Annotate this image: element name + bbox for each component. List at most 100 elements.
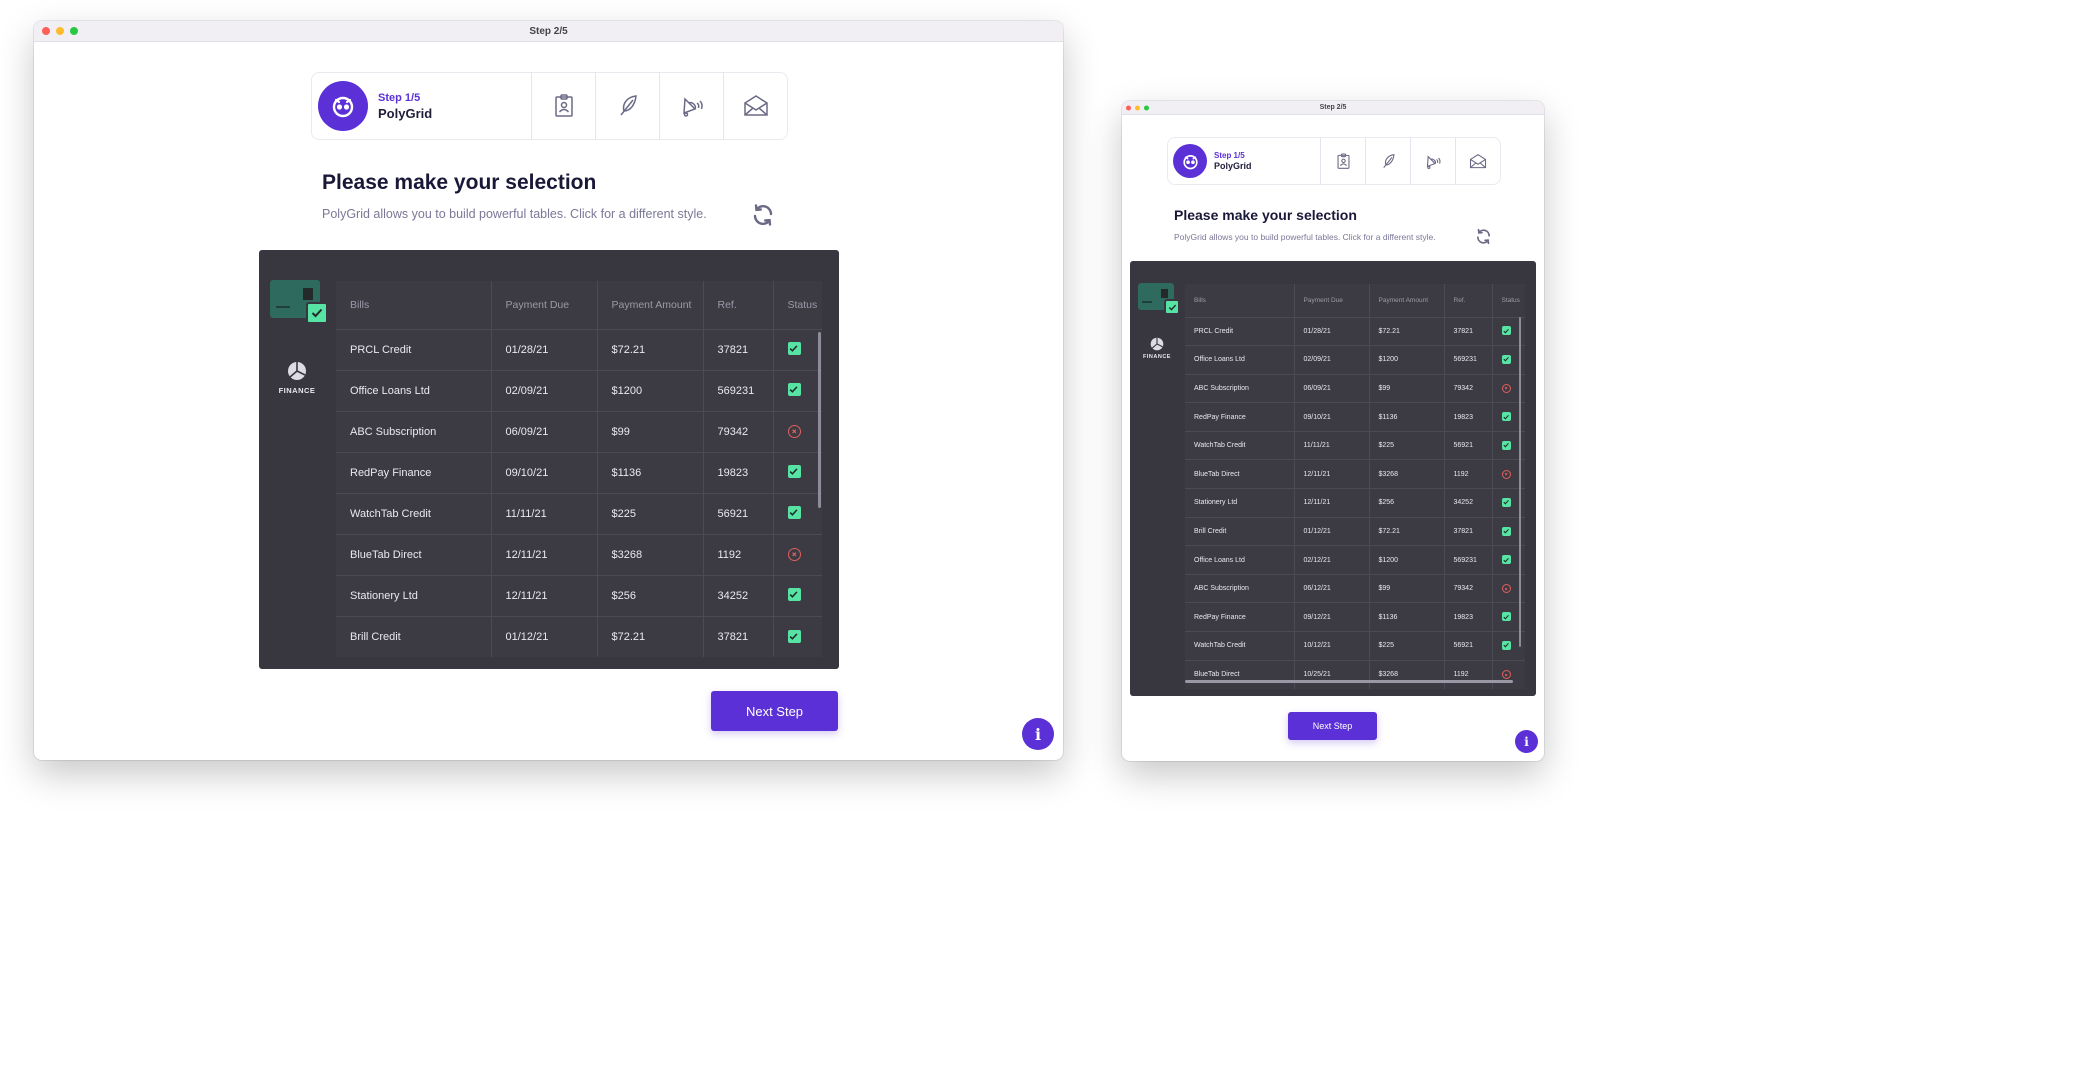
table-row[interactable]: WatchTab Credit 11/11/21 $225 56921 <box>336 492 822 534</box>
table-row[interactable]: PRCL Credit 01/28/21 $72.21 37821 <box>336 328 822 370</box>
cell-ref: 37821 <box>1444 516 1493 546</box>
id-badge-icon[interactable] <box>1320 137 1365 185</box>
credit-card-check-icon[interactable] <box>270 280 328 326</box>
bell-icon[interactable] <box>659 72 723 140</box>
feather-icon[interactable] <box>595 72 659 140</box>
cell-bill: RedPay Finance <box>336 451 492 493</box>
envelope-icon[interactable] <box>723 72 787 140</box>
cell-amount: $1200 <box>597 369 704 411</box>
horizontal-scrollbar[interactable] <box>1185 680 1513 683</box>
bell-icon[interactable] <box>1410 137 1455 185</box>
next-step-button[interactable]: Next Step <box>1288 712 1377 740</box>
table-row[interactable]: Brill Credit 01/12/21 $72.21 37821 <box>336 615 822 657</box>
status-error-icon[interactable] <box>787 425 801 438</box>
title-bar: Step 2/5 <box>1122 101 1544 115</box>
cell-status <box>773 492 822 534</box>
status-checked-icon[interactable] <box>787 588 801 602</box>
cell-ref: 79342 <box>1444 573 1493 603</box>
envelope-icon[interactable] <box>1455 137 1500 185</box>
table-row[interactable]: Stationery Ltd 12/11/21 $256 34252 <box>1185 488 1525 518</box>
finance-category[interactable]: FINANCE <box>1140 337 1174 360</box>
status-checked-icon[interactable] <box>1501 641 1511 650</box>
status-error-icon[interactable] <box>1501 670 1511 680</box>
cell-status <box>773 615 822 657</box>
table-row[interactable]: WatchTab Credit 10/12/21 $225 56921 <box>1185 631 1525 661</box>
table-row[interactable]: Stationery Ltd 12/11/21 $256 34252 <box>336 574 822 616</box>
column-header[interactable]: Payment Due <box>1294 284 1370 317</box>
status-checked-icon[interactable] <box>1501 555 1511 565</box>
column-header[interactable]: Ref. <box>703 281 774 329</box>
column-header[interactable]: Ref. <box>1444 284 1493 317</box>
table-row[interactable]: ABC Subscription 06/09/21 $99 79342 <box>1185 373 1525 403</box>
cell-bill: WatchTab Credit <box>336 492 492 534</box>
feather-icon[interactable] <box>1365 137 1410 185</box>
table-row[interactable]: WatchTab Credit 11/11/21 $225 56921 <box>1185 430 1525 460</box>
column-header[interactable]: Bills <box>336 281 492 329</box>
step-number: Step 1/5 <box>378 91 421 104</box>
cell-amount: $99 <box>597 410 704 452</box>
column-header[interactable]: Payment Amount <box>597 281 704 329</box>
credit-card-check-icon[interactable] <box>1138 283 1180 317</box>
cell-due: 01/12/21 <box>1294 516 1370 546</box>
cell-due: 12/11/21 <box>491 574 598 616</box>
cell-amount: $72.21 <box>597 615 704 657</box>
cell-amount: $225 <box>1369 631 1445 661</box>
column-header[interactable]: Payment Due <box>491 281 598 329</box>
status-checked-icon[interactable] <box>1501 326 1511 336</box>
id-badge-icon[interactable] <box>531 72 595 140</box>
column-header[interactable]: Status <box>1492 284 1525 317</box>
cell-amount: $1136 <box>1369 602 1445 632</box>
status-checked-icon[interactable] <box>1501 498 1511 508</box>
refresh-style-icon[interactable] <box>748 202 778 228</box>
table-row[interactable]: ABC Subscription 06/12/21 $99 79342 <box>1185 573 1525 603</box>
vertical-scrollbar[interactable] <box>818 332 821 508</box>
status-error-icon[interactable] <box>787 548 801 561</box>
status-checked-icon[interactable] <box>1501 526 1511 536</box>
column-header[interactable]: Bills <box>1185 284 1295 317</box>
status-error-icon[interactable] <box>1501 584 1511 594</box>
refresh-style-icon[interactable] <box>1472 227 1494 245</box>
status-checked-icon[interactable] <box>787 629 801 643</box>
step-icons <box>1320 137 1500 185</box>
cell-bill: ABC Subscription <box>336 410 492 452</box>
table-row[interactable]: RedPay Finance 09/12/21 $1136 19823 <box>1185 602 1525 632</box>
column-header[interactable]: Payment Amount <box>1369 284 1445 317</box>
page-subtitle: PolyGrid allows you to build powerful ta… <box>1174 232 1436 242</box>
status-error-icon[interactable] <box>1501 469 1511 479</box>
table-row[interactable]: PRCL Credit 01/28/21 $72.21 37821 <box>1185 316 1525 346</box>
status-checked-icon[interactable] <box>1501 355 1511 365</box>
cell-status <box>773 451 822 493</box>
table-row[interactable]: Brill Credit 01/12/21 $72.21 37821 <box>1185 516 1525 546</box>
table-row[interactable]: Office Loans Ltd 02/12/21 $1200 569231 <box>1185 545 1525 575</box>
status-checked-icon[interactable] <box>1501 612 1511 622</box>
status-checked-icon[interactable] <box>1501 440 1511 450</box>
vertical-scrollbar[interactable] <box>1519 317 1521 647</box>
table-row[interactable]: RedPay Finance 09/10/21 $1136 19823 <box>336 451 822 493</box>
table-row[interactable]: Office Loans Ltd 02/09/21 $1200 569231 <box>1185 345 1525 375</box>
cell-bill: BlueTab Direct <box>1185 659 1295 689</box>
table-row[interactable]: BlueTab Direct 10/25/21 $3268 1192 <box>1185 659 1525 689</box>
status-error-icon[interactable] <box>1501 383 1511 393</box>
cell-due: 11/11/21 <box>491 492 598 534</box>
table-row[interactable]: BlueTab Direct 12/11/21 $3268 1192 <box>1185 459 1525 489</box>
cell-amount: $3268 <box>1369 659 1445 689</box>
cell-ref: 1192 <box>703 533 774 575</box>
table-row[interactable]: RedPay Finance 09/10/21 $1136 19823 <box>1185 402 1525 432</box>
status-checked-icon[interactable] <box>787 506 801 520</box>
status-checked-icon[interactable] <box>787 465 801 479</box>
info-icon[interactable]: i <box>1515 730 1538 753</box>
cell-ref: 56921 <box>1444 631 1493 661</box>
cell-due: 01/12/21 <box>491 615 598 657</box>
table-row[interactable]: Office Loans Ltd 02/09/21 $1200 569231 <box>336 369 822 411</box>
info-icon[interactable]: i <box>1022 718 1054 750</box>
status-checked-icon[interactable] <box>1501 412 1511 422</box>
next-step-button[interactable]: Next Step <box>711 691 838 731</box>
column-header[interactable]: Status <box>773 281 822 329</box>
table-row[interactable]: ABC Subscription 06/09/21 $99 79342 <box>336 410 822 452</box>
finance-category[interactable]: FINANCE <box>273 361 321 395</box>
status-checked-icon[interactable] <box>787 383 801 397</box>
table-row[interactable]: BlueTab Direct 12/11/21 $3268 1192 <box>336 533 822 575</box>
status-checked-icon[interactable] <box>787 342 801 356</box>
cell-amount: $1136 <box>1369 402 1445 432</box>
cell-due: 01/28/21 <box>491 328 598 370</box>
